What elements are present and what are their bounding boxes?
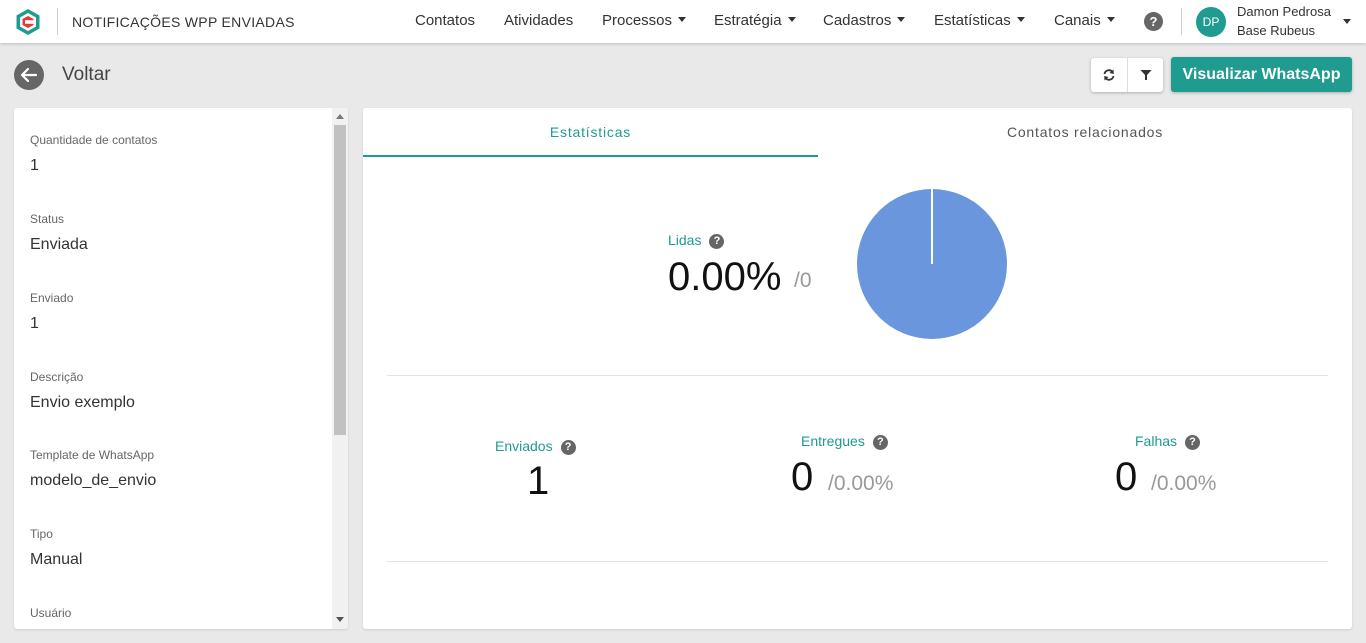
nav-processos[interactable]: Processos xyxy=(602,12,687,29)
detail-field: Quantidade de contatos 1 xyxy=(30,133,157,175)
chevron-down-icon xyxy=(1106,16,1115,22)
back-arrow-icon xyxy=(20,67,38,83)
help-icon[interactable]: ? xyxy=(1144,12,1163,31)
nav-label: Estratégia xyxy=(714,12,782,29)
detail-label: Status xyxy=(30,212,65,226)
refresh-icon xyxy=(1103,69,1115,81)
detail-value: modelo_de_envio xyxy=(30,472,157,489)
chevron-down-icon xyxy=(678,16,687,22)
stat-label-text: Lidas xyxy=(668,232,702,248)
detail-field: Descrição Envio exemplo xyxy=(30,370,135,412)
nav-label: Contatos xyxy=(415,12,476,29)
details-scrollbar[interactable] xyxy=(332,108,348,629)
avatar[interactable]: DP xyxy=(1196,7,1226,37)
nav-label: Canais xyxy=(1054,12,1101,29)
nav-estrategia[interactable]: Estratégia xyxy=(714,12,796,29)
nav-label: Atividades xyxy=(504,12,574,29)
detail-field: Tipo Manual xyxy=(30,527,82,569)
stat-enviados-label: Enviados? xyxy=(495,438,576,455)
detail-value: Manual xyxy=(30,551,83,568)
stat-falhas-percent: /0.00% xyxy=(1151,472,1217,495)
nav-atividades[interactable]: Atividades xyxy=(504,12,573,29)
stat-entregues-value: 0 xyxy=(791,455,814,499)
tab-contatos-relacionados[interactable]: Contatos relacionados xyxy=(818,108,1352,157)
back-button[interactable] xyxy=(14,60,44,90)
nav-label: Cadastros xyxy=(823,12,892,29)
nav-label: Estatísticas xyxy=(934,12,1011,29)
section-divider xyxy=(387,375,1328,376)
logo-icon[interactable] xyxy=(14,8,42,36)
scroll-down-icon[interactable] xyxy=(336,617,344,622)
filter-icon xyxy=(1140,70,1151,80)
detail-value: Envio exemplo xyxy=(30,394,135,411)
stat-lidas-label: Lidas? xyxy=(668,232,725,249)
chevron-down-icon xyxy=(787,16,796,22)
nav-contatos[interactable]: Contatos xyxy=(415,12,475,29)
stat-lidas-total: /0 xyxy=(794,269,812,292)
scroll-up-icon[interactable] xyxy=(336,114,344,119)
nav-canais[interactable]: Canais xyxy=(1054,12,1115,29)
user-base[interactable]: Base Rubeus xyxy=(1237,23,1315,38)
detail-label: Tipo xyxy=(30,527,53,541)
help-icon[interactable]: ? xyxy=(872,435,888,450)
header-divider xyxy=(1181,8,1182,35)
view-whatsapp-button[interactable]: Visualizar WhatsApp xyxy=(1171,57,1352,92)
stats-panel: Estatísticas Contatos relacionados Lidas… xyxy=(363,108,1352,629)
detail-label: Template de WhatsApp xyxy=(30,448,155,462)
stat-label-text: Entregues xyxy=(801,433,865,449)
toolbar xyxy=(1091,58,1163,92)
stat-label-text: Falhas xyxy=(1135,433,1178,449)
detail-label: Descrição xyxy=(30,370,84,384)
details-panel: Quantidade de contatos 1 Status Enviada … xyxy=(14,108,348,629)
header-divider xyxy=(57,8,58,35)
section-divider xyxy=(387,561,1328,562)
detail-field: Status Enviada xyxy=(30,212,88,254)
page-title: NOTIFICAÇÕES WPP ENVIADAS xyxy=(72,14,295,30)
top-bar: NOTIFICAÇÕES WPP ENVIADAS Contatos Ativi… xyxy=(0,0,1366,43)
detail-label: Usuário xyxy=(30,606,72,620)
stat-enviados-value: 1 xyxy=(527,459,550,503)
refresh-button[interactable] xyxy=(1091,58,1127,92)
detail-value: 1 xyxy=(30,315,39,332)
detail-label: Quantidade de contatos xyxy=(30,133,158,147)
scroll-thumb[interactable] xyxy=(334,125,346,435)
help-icon[interactable]: ? xyxy=(709,234,725,249)
stat-label-text: Enviados xyxy=(495,438,553,454)
stat-falhas-label: Falhas? xyxy=(1135,433,1201,450)
stat-entregues-percent: /0.00% xyxy=(828,472,894,495)
detail-field: Usuário xyxy=(30,606,71,629)
help-icon[interactable]: ? xyxy=(1185,435,1201,450)
nav-cadastros[interactable]: Cadastros xyxy=(823,12,906,29)
detail-value: Enviada xyxy=(30,236,88,253)
user-menu-chevron-icon[interactable] xyxy=(1343,19,1351,24)
nav-estatisticas[interactable]: Estatísticas xyxy=(934,12,1025,29)
user-name[interactable]: Damon Pedrosa xyxy=(1237,4,1331,19)
tab-estatisticas[interactable]: Estatísticas xyxy=(363,108,818,157)
back-label[interactable]: Voltar xyxy=(62,64,111,86)
stat-falhas-value: 0 xyxy=(1115,455,1138,499)
chevron-down-icon xyxy=(1016,16,1025,22)
read-pie-chart xyxy=(857,189,1007,339)
detail-field: Template de WhatsApp modelo_de_envio xyxy=(30,448,156,490)
nav-label: Processos xyxy=(602,12,673,29)
detail-value: 1 xyxy=(30,157,39,174)
stat-entregues-label: Entregues? xyxy=(801,433,888,450)
detail-field: Enviado 1 xyxy=(30,291,73,333)
filter-button[interactable] xyxy=(1127,58,1163,92)
detail-label: Enviado xyxy=(30,291,74,305)
stat-lidas-value: 0.00% xyxy=(668,255,782,299)
help-icon[interactable]: ? xyxy=(560,440,576,455)
chevron-down-icon xyxy=(897,16,906,22)
